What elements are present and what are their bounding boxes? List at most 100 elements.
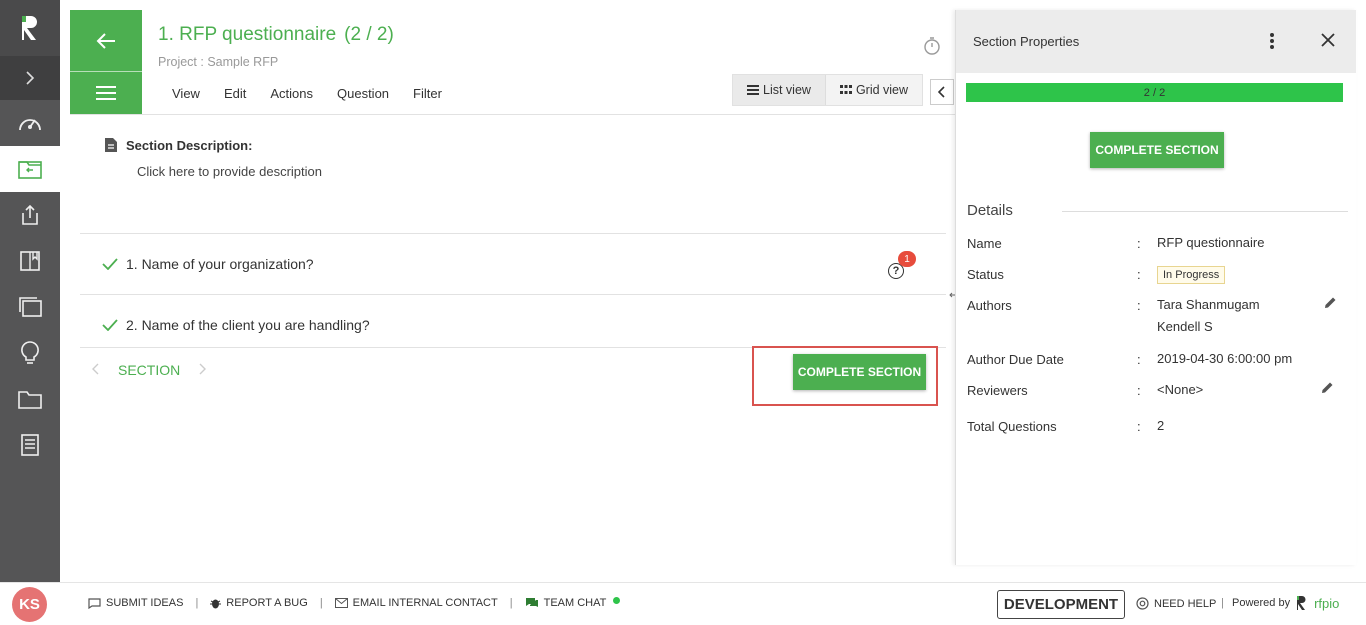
back-button[interactable] [70, 10, 142, 72]
menubar: View Edit Actions Question Filter [172, 86, 466, 101]
question-count: (2 / 2) [344, 24, 394, 45]
timer-button[interactable] [922, 36, 942, 59]
email-contact-label: EMAIL INTERNAL CONTACT [352, 597, 498, 609]
kebab-menu-icon [1270, 33, 1274, 49]
menu-edit[interactable]: Edit [224, 86, 246, 101]
expand-sidebar-button[interactable] [0, 56, 60, 100]
collapse-panel-button[interactable] [930, 79, 954, 105]
details-divider [1062, 211, 1348, 212]
list-view-button[interactable]: List view [733, 75, 826, 105]
pencil-icon [1322, 382, 1333, 393]
envelope-icon [334, 598, 348, 608]
hamburger-menu-button[interactable] [70, 72, 142, 114]
folder-icon [18, 391, 42, 409]
submit-ideas-link[interactable]: SUBMIT IDEAS [88, 597, 183, 609]
document-icon [105, 138, 117, 152]
status-badge: In Progress [1157, 266, 1226, 284]
nav-export[interactable] [0, 192, 60, 238]
detail-label: Reviewers [967, 383, 1028, 398]
comment-icon [88, 597, 101, 609]
more-options-button[interactable] [1269, 32, 1275, 53]
nav-library[interactable] [0, 238, 60, 284]
detail-label: Name [967, 236, 1002, 251]
question-text: 1. Name of your organization? [126, 256, 314, 272]
author-name: Kendell S [1157, 319, 1213, 334]
detail-label: Author Due Date [967, 352, 1064, 367]
stacked-windows-icon [19, 297, 42, 317]
checkmark-icon [102, 258, 118, 270]
section-nav-label: SECTION [118, 362, 181, 378]
online-indicator [613, 596, 621, 604]
section-description-label: Section Description: [126, 137, 253, 153]
footer-separator: | [195, 597, 199, 609]
folder-reply-icon [18, 161, 42, 179]
details-heading: Details [967, 202, 1013, 219]
detail-separator: : [1137, 383, 1141, 398]
powered-by: Powered by rfpio [1232, 595, 1339, 611]
grid-view-button[interactable]: Grid view [826, 75, 922, 105]
panel-header: Section Properties [956, 10, 1356, 73]
left-sidebar [0, 0, 60, 582]
detail-value: 2019-04-30 6:00:00 pm [1157, 351, 1293, 366]
questionnaire-title: 1. RFP questionnaire [158, 24, 337, 45]
nav-ideas[interactable] [0, 330, 60, 376]
nav-dashboard[interactable] [0, 100, 60, 146]
next-section-button[interactable] [198, 362, 207, 378]
footer: KS SUBMIT IDEAS | REPORT A BUG | EMAIL I… [0, 582, 1366, 625]
powered-by-label: Powered by [1232, 597, 1291, 609]
menu-filter[interactable]: Filter [413, 86, 442, 101]
upload-icon [22, 204, 38, 225]
menu-actions[interactable]: Actions [270, 86, 313, 101]
arrow-left-icon [96, 32, 115, 49]
detail-value: 2 [1157, 418, 1165, 433]
header-divider [70, 114, 955, 115]
edit-authors-button[interactable] [1323, 296, 1337, 313]
document-list-icon [21, 434, 39, 456]
view-toggle: List view Grid view [732, 74, 924, 106]
prev-section-button[interactable] [92, 362, 100, 378]
detail-label: Status [967, 267, 1004, 282]
nav-projects[interactable] [0, 146, 60, 192]
chevron-right-icon [199, 363, 207, 375]
email-contact-link[interactable]: EMAIL INTERNAL CONTACT [334, 597, 498, 609]
dashboard-gauge-icon [19, 119, 41, 131]
team-chat-link[interactable]: TEAM CHAT [525, 596, 621, 609]
close-panel-button[interactable] [1320, 32, 1336, 51]
comment-count-badge: 1 [898, 251, 916, 267]
nav-folders[interactable] [0, 376, 60, 422]
complete-section-button[interactable]: COMPLETE SECTION [793, 354, 926, 390]
grid-icon [839, 85, 852, 94]
close-icon [1321, 33, 1335, 47]
section-description-input[interactable]: Click here to provide description [137, 164, 322, 179]
checkmark-icon [102, 319, 118, 331]
question-text: 2. Name of the client you are handling? [126, 317, 370, 333]
pencil-icon [1325, 297, 1336, 308]
footer-separator: | [1221, 597, 1224, 609]
header-action-block [70, 10, 142, 114]
panel-complete-section-button[interactable]: COMPLETE SECTION [1090, 132, 1224, 168]
chevron-left-icon [92, 363, 99, 375]
detail-label: Authors [967, 298, 1012, 313]
detail-separator: : [1137, 298, 1141, 313]
app-logo[interactable] [0, 0, 60, 56]
lifebuoy-icon [1136, 597, 1149, 610]
need-help-link[interactable]: NEED HELP [1136, 597, 1216, 610]
chevron-right-icon [26, 71, 35, 85]
author-name: Tara Shanmugam [1157, 297, 1260, 312]
nav-documents[interactable] [0, 284, 60, 330]
question-row[interactable]: 2. Name of the client you are handling? [80, 294, 946, 347]
progress-text: 2 / 2 [1143, 86, 1166, 99]
rfpio-logo-icon [22, 16, 37, 40]
book-icon [20, 251, 40, 271]
menu-question[interactable]: Question [337, 86, 389, 101]
report-bug-link[interactable]: REPORT A BUG [210, 597, 308, 609]
lightbulb-icon [21, 341, 39, 364]
detail-separator: : [1137, 267, 1141, 282]
avatar[interactable]: KS [12, 587, 47, 622]
menu-view[interactable]: View [172, 86, 200, 101]
question-row[interactable]: 1. Name of your organization? ? 1 [80, 233, 946, 294]
edit-reviewers-button[interactable] [1320, 381, 1334, 398]
nav-reports[interactable] [0, 422, 60, 468]
detail-separator: : [1137, 352, 1141, 367]
section-navigator: SECTION [92, 362, 207, 378]
